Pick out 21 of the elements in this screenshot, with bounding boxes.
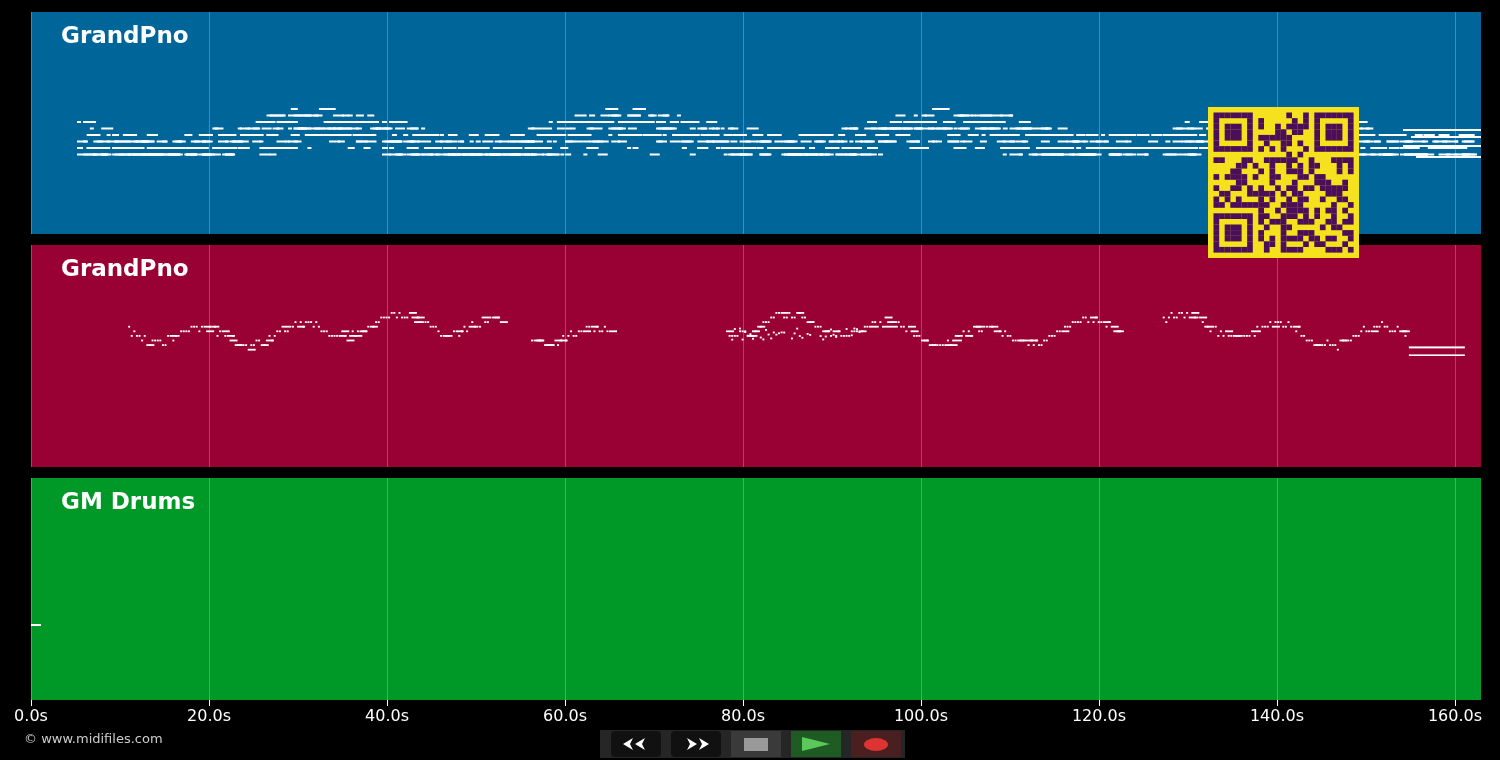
time-tick-label: 40.0s	[365, 708, 409, 724]
time-tick-label: 0.0s	[14, 708, 48, 724]
play-icon	[802, 737, 830, 751]
fast-forward-button[interactable]	[671, 731, 721, 757]
record-button[interactable]	[851, 731, 901, 757]
stop-button[interactable]	[731, 731, 781, 757]
play-button[interactable]	[791, 731, 841, 757]
stop-icon	[744, 737, 768, 751]
time-tick-label: 160.0s	[1427, 708, 1483, 724]
time-tick-label: 140.0s	[1249, 708, 1305, 724]
time-tick-label: 20.0s	[187, 708, 231, 724]
time-tick-label: 60.0s	[543, 708, 587, 724]
rewind-button[interactable]	[611, 731, 661, 757]
time-tick-label: 100.0s	[893, 708, 949, 724]
time-tick-label: 120.0s	[1071, 708, 1127, 724]
track-name: GrandPno	[61, 257, 189, 280]
copyright-text: © www.midifiles.com	[24, 732, 163, 745]
record-icon	[864, 737, 888, 751]
track-name: GrandPno	[61, 24, 189, 47]
track-name: GM Drums	[61, 490, 196, 513]
time-tick-label: 80.0s	[721, 708, 765, 724]
